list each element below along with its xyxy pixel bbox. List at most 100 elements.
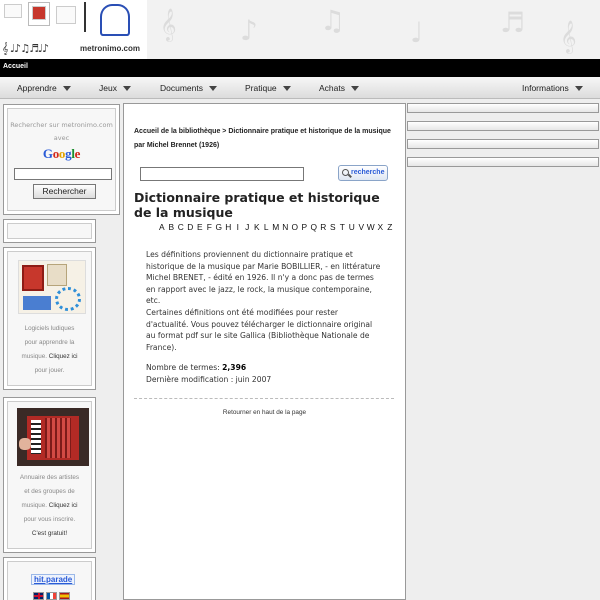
accordion-shape xyxy=(31,420,41,454)
search-button[interactable]: Rechercher xyxy=(33,184,96,199)
letter-link[interactable]: T xyxy=(338,222,348,232)
letter-link[interactable]: H xyxy=(224,222,234,232)
last-modified: Dernière modification : juin 2007 xyxy=(146,374,272,384)
bg-music-glyph: 𝄞 xyxy=(160,8,177,41)
letter-link[interactable]: N xyxy=(281,222,291,232)
nav-label: Jeux xyxy=(99,83,117,93)
logo-thumb xyxy=(84,2,96,32)
site-search-panel: Rechercher sur metronimo.com avec Google… xyxy=(3,104,120,215)
letter-link[interactable]: W xyxy=(366,222,376,232)
letter-link[interactable]: I xyxy=(233,222,243,232)
games-thumbnail[interactable] xyxy=(18,260,86,314)
bg-music-glyph: ♬ xyxy=(500,6,526,39)
letter-link[interactable]: X xyxy=(376,222,386,232)
search-icon xyxy=(342,169,349,176)
home-link[interactable]: Accueil xyxy=(3,63,28,70)
site-header: 𝄞 ♪ ♫ ♩ ♬ 𝄞 𝄞 ♩♪♫♬♩♪ metronimo.com xyxy=(0,0,600,59)
panel-inner: Rechercher sur metronimo.com avec Google… xyxy=(7,108,116,211)
letter-link[interactable]: J xyxy=(243,222,253,232)
search-caption-line: avec xyxy=(53,134,70,142)
chevron-down-icon xyxy=(62,86,71,92)
letter-link[interactable]: R xyxy=(319,222,329,232)
spain-flag-icon[interactable] xyxy=(59,592,70,600)
hitparade-logo[interactable]: hit.parade xyxy=(31,574,76,585)
caption-line: musique. Cliquez ici xyxy=(21,353,78,360)
letter-link[interactable]: P xyxy=(300,222,310,232)
caption-line: pour jouer. xyxy=(34,367,65,374)
logo-thumb xyxy=(56,6,76,24)
letter-link[interactable]: Q xyxy=(309,222,319,232)
intro-paragraph: Les définitions proviennent du dictionna… xyxy=(146,250,381,305)
page-title: Dictionnaire pratique et historique de l… xyxy=(134,190,380,220)
uk-flag-icon[interactable] xyxy=(33,592,44,600)
letter-link[interactable]: G xyxy=(214,222,224,232)
dictionary-search-input[interactable] xyxy=(140,167,304,181)
letter-link[interactable]: O xyxy=(290,222,300,232)
letter-link[interactable]: A xyxy=(157,222,167,232)
site-logo[interactable]: 𝄞 ♩♪♫♬♩♪ metronimo.com xyxy=(0,0,147,59)
caption-line: pour vous inscrire. xyxy=(23,516,76,523)
artists-panel: Annuaire des artistes et des groupes de … xyxy=(3,397,96,553)
thumb-shape xyxy=(22,265,44,291)
divider xyxy=(134,398,394,399)
letter-link[interactable]: Z xyxy=(385,222,395,232)
dictionary-search-button[interactable]: recherche xyxy=(338,165,388,181)
nav-jeux[interactable]: Jeux xyxy=(99,83,131,93)
panel-inner: Logiciels ludiques pour apprendre la mus… xyxy=(7,251,92,386)
accordion-shape xyxy=(45,418,71,458)
music-staff-icon: 𝄞 ♩♪♫♬♩♪ xyxy=(2,42,49,55)
letter-link[interactable]: B xyxy=(167,222,177,232)
nav-pratique[interactable]: Pratique xyxy=(245,83,291,93)
letter-link[interactable]: E xyxy=(195,222,205,232)
brand-name: metronimo.com xyxy=(80,44,141,53)
nav-label: Apprendre xyxy=(17,83,57,93)
chevron-down-icon xyxy=(574,86,583,92)
letter-link[interactable]: U xyxy=(347,222,357,232)
library-home-link[interactable]: Accueil de la bibliothèque xyxy=(134,128,220,135)
hitparade-panel: hit.parade xyxy=(3,557,96,600)
thumb-shape xyxy=(55,287,81,311)
caption-line: musique. Cliquez ici xyxy=(21,502,78,509)
breadcrumb-bar: Accueil xyxy=(0,59,600,77)
nav-informations[interactable]: Informations xyxy=(522,83,583,93)
caption-line: pour apprendre la xyxy=(24,339,75,346)
sidebar-bar xyxy=(407,139,599,149)
letter-link[interactable]: L xyxy=(262,222,272,232)
france-flag-icon[interactable] xyxy=(46,592,57,600)
chevron-down-icon xyxy=(282,86,291,92)
letter-link[interactable]: D xyxy=(186,222,196,232)
letter-link[interactable]: C xyxy=(176,222,186,232)
accordion-image[interactable] xyxy=(17,408,89,466)
games-caption: Logiciels ludiques pour apprendre la mus… xyxy=(8,322,91,378)
stats-block: Nombre de termes: 2,396 Dernière modific… xyxy=(146,362,381,385)
empty-panel xyxy=(3,219,96,243)
letter-link[interactable]: K xyxy=(252,222,262,232)
back-to-top-link[interactable]: Retourner en haut de la page xyxy=(124,409,405,416)
nav-achats[interactable]: Achats xyxy=(319,83,359,93)
thumb-shape xyxy=(23,296,51,310)
update-paragraph: Certaines définitions ont été modifiées … xyxy=(146,308,373,352)
chevron-down-icon xyxy=(122,86,131,92)
nav-label: Documents xyxy=(160,83,203,93)
google-logo: Google xyxy=(42,146,81,161)
terms-count: Nombre de termes: 2,396 xyxy=(146,363,247,372)
games-link[interactable]: Cliquez ici xyxy=(49,353,78,360)
caption-line: C'est gratuit! xyxy=(31,530,68,537)
letter-link[interactable]: S xyxy=(328,222,338,232)
main-nav: Apprendre Jeux Documents Pratique Achats… xyxy=(0,77,600,99)
letter-link[interactable]: F xyxy=(205,222,215,232)
breadcrumb: Accueil de la bibliothèque > Dictionnair… xyxy=(134,125,397,153)
chevron-down-icon xyxy=(351,86,359,92)
right-sidebar xyxy=(406,103,600,600)
letter-link[interactable]: M xyxy=(271,222,281,232)
nav-apprendre[interactable]: Apprendre xyxy=(17,83,71,93)
games-panel: Logiciels ludiques pour apprendre la mus… xyxy=(3,247,96,390)
search-input[interactable] xyxy=(14,168,112,180)
artists-link[interactable]: Cliquez ici xyxy=(49,502,78,509)
thumb-shape xyxy=(47,264,67,286)
caption-line: et des groupes de xyxy=(24,488,75,495)
letter-link[interactable]: V xyxy=(357,222,367,232)
accordion-shape xyxy=(19,438,31,450)
caption-line: Annuaire des artistes xyxy=(19,474,80,481)
nav-documents[interactable]: Documents xyxy=(160,83,217,93)
